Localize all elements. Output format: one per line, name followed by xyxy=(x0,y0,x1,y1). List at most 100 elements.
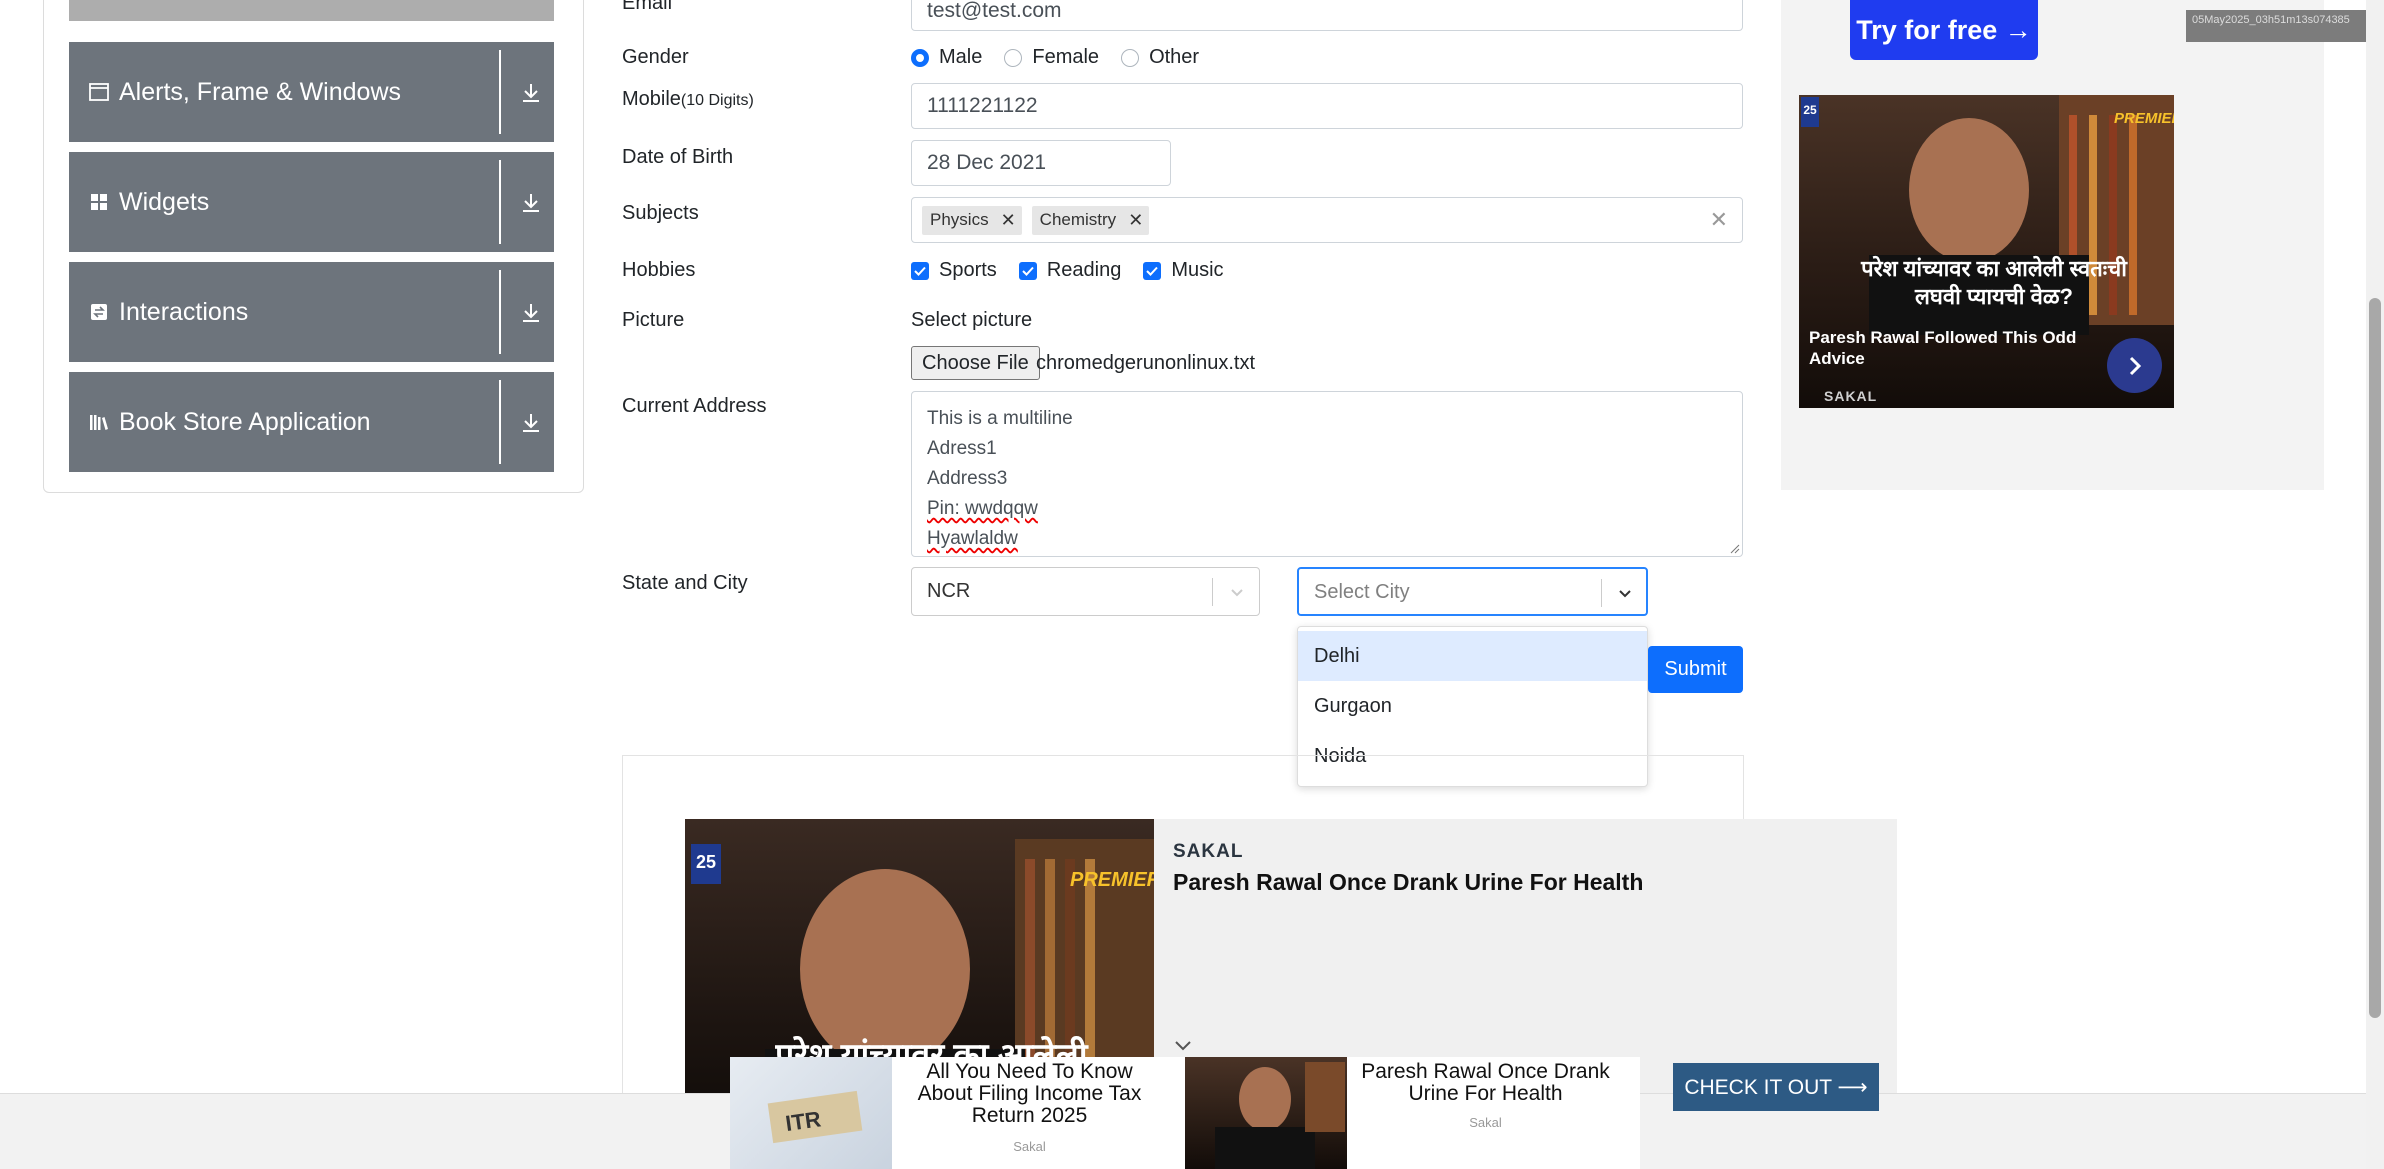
clear-subjects-icon[interactable]: ✕ xyxy=(1710,207,1728,233)
try-free-button[interactable]: Try for free → xyxy=(1850,0,2038,60)
select-separator xyxy=(1601,579,1602,607)
divider xyxy=(499,160,501,244)
gender-female-radio[interactable] xyxy=(1004,48,1023,67)
bottom-ad-strip: ITR All You Need To Know About Filing In… xyxy=(730,1057,1640,1169)
ad-thumbnail[interactable] xyxy=(1185,1057,1347,1169)
subjects-label: Subjects xyxy=(622,202,699,224)
address-line: Hyawlaldw xyxy=(927,528,1018,549)
sidebar-group-previous[interactable] xyxy=(69,0,554,21)
resize-handle-icon[interactable] xyxy=(1730,544,1740,554)
interactions-icon xyxy=(89,302,109,322)
ad-title[interactable]: Paresh Rawal Once Drank Urine For Health xyxy=(1173,869,1643,896)
download-icon[interactable] xyxy=(519,190,543,214)
subject-chip: Chemistry ✕ xyxy=(1031,205,1150,235)
sidebar-group-interactions[interactable]: Interactions xyxy=(69,262,554,362)
subject-chip-label: Physics xyxy=(930,210,989,229)
dob-field[interactable]: 28 Dec 2021 xyxy=(911,140,1171,186)
widgets-icon xyxy=(89,192,109,212)
premier-badge: PREMIER xyxy=(2114,110,2174,127)
chevron-right-icon[interactable] xyxy=(2107,338,2162,393)
subject-chip: Physics ✕ xyxy=(922,205,1022,235)
select-picture-hint: Select picture xyxy=(911,309,1033,331)
sidebar-group-bookstore[interactable]: Book Store Application xyxy=(69,372,554,472)
ad-title[interactable]: Paresh Rawal Once Drank Urine For Health xyxy=(1358,1061,1613,1105)
scrollbar-thumb[interactable] xyxy=(2369,298,2381,1018)
email-label: Email xyxy=(622,0,673,14)
state-value: NCR xyxy=(927,580,971,602)
ad-title[interactable]: All You Need To Know About Filing Income… xyxy=(902,1061,1157,1127)
right-ad-source: SAKAL xyxy=(1824,388,1878,404)
mobile-field[interactable]: 1111221122 xyxy=(911,83,1743,129)
sidebar-group-label: Alerts, Frame & Windows xyxy=(119,78,402,106)
ad-thumbnail[interactable]: ITR xyxy=(730,1057,892,1169)
ad-source: Sakal xyxy=(1013,1139,1046,1154)
address-label: Current Address xyxy=(622,395,767,417)
state-city-label: State and City xyxy=(622,572,748,594)
sidebar-group-widgets[interactable]: Widgets xyxy=(69,152,554,252)
city-option[interactable]: Delhi xyxy=(1298,631,1647,681)
chevron-down-icon[interactable] xyxy=(1173,1039,1193,1053)
mobile-hint: (10 Digits) xyxy=(680,92,754,109)
download-icon[interactable] xyxy=(519,410,543,434)
sidebar-group-label: Widgets xyxy=(119,188,210,216)
city-select[interactable]: Select City xyxy=(1297,567,1648,616)
badge-number: 25 xyxy=(691,844,721,884)
address-line: This is a multiline xyxy=(927,408,1073,429)
hobby-label[interactable]: Sports xyxy=(939,259,997,282)
hobbies-checkbox-group: Sports Reading Music xyxy=(911,259,1224,282)
sidebar-group-alerts[interactable]: Alerts, Frame & Windows xyxy=(69,42,554,142)
picture-label: Picture xyxy=(622,309,685,331)
hobby-label[interactable]: Music xyxy=(1171,259,1223,282)
chevron-down-icon[interactable] xyxy=(1615,583,1635,603)
submit-button[interactable]: Submit xyxy=(1648,646,1743,693)
hobby-sports-checkbox[interactable] xyxy=(911,261,929,280)
premier-badge: PREMIER xyxy=(1070,869,1154,891)
chevron-down-icon[interactable] xyxy=(1227,582,1247,602)
gender-option-label[interactable]: Male xyxy=(939,46,982,69)
address-line: Adress1 xyxy=(927,438,997,459)
right-ad-image[interactable]: परेश यांच्यावर का आलेली स्वतःची लघवी प्य… xyxy=(1799,95,2174,408)
subjects-input[interactable]: Physics ✕ Chemistry ✕ ✕ xyxy=(911,197,1743,243)
ad-source: Sakal xyxy=(1469,1115,1502,1130)
timestamp-overlay: 05May2025_03h51m13s074385 xyxy=(2186,10,2384,42)
right-ad-headline: Paresh Rawal Followed This Odd Advice xyxy=(1809,328,2077,368)
email-field[interactable]: test@test.com xyxy=(911,0,1743,31)
state-select[interactable]: NCR xyxy=(911,567,1260,616)
window-icon xyxy=(89,82,109,102)
address-line: Pin: wwdqqw xyxy=(927,498,1038,519)
divider xyxy=(499,50,501,134)
library-icon xyxy=(89,412,109,432)
subject-chip-label: Chemistry xyxy=(1039,210,1117,229)
gender-option-label[interactable]: Other xyxy=(1149,46,1199,69)
choose-file-button[interactable]: Choose File xyxy=(911,346,1040,380)
svg-text:ITR: ITR xyxy=(784,1106,823,1136)
address-line: Address3 xyxy=(927,468,1008,489)
right-ad-caption: परेश यांच्यावर का आलेली स्वतःची लघवी प्य… xyxy=(1861,256,2127,309)
remove-chip-icon[interactable]: ✕ xyxy=(1128,210,1143,231)
select-separator xyxy=(1212,578,1213,606)
download-icon[interactable] xyxy=(519,80,543,104)
gender-other-radio[interactable] xyxy=(1121,48,1140,67)
hobbies-label: Hobbies xyxy=(622,259,696,281)
current-address-textarea[interactable]: This is a multiline Adress1 Address3 Pin… xyxy=(911,391,1743,557)
selected-file-name: chromedgerunonlinux.txt xyxy=(1036,352,1256,374)
check-it-out-button[interactable]: CHECK IT OUT ⟶ xyxy=(1673,1063,1879,1111)
sidebar-group-label: Interactions xyxy=(119,298,249,326)
ad-source: SAKAL xyxy=(1173,841,1244,862)
divider xyxy=(499,380,501,464)
dob-label: Date of Birth xyxy=(622,146,734,168)
divider xyxy=(499,270,501,354)
download-icon[interactable] xyxy=(519,300,543,324)
city-option[interactable]: Gurgaon xyxy=(1298,681,1647,731)
gender-male-radio[interactable] xyxy=(911,48,929,67)
remove-chip-icon[interactable]: ✕ xyxy=(1001,210,1016,231)
hobby-reading-checkbox[interactable] xyxy=(1018,261,1037,280)
mobile-label: Mobile(10 Digits) xyxy=(622,88,754,111)
gender-radio-group: Male Female Other xyxy=(911,46,1199,69)
badge-number: 25 xyxy=(1801,97,1819,127)
hobby-label[interactable]: Reading xyxy=(1047,259,1122,282)
hobby-music-checkbox[interactable] xyxy=(1143,261,1162,280)
city-placeholder: Select City xyxy=(1314,581,1410,603)
sidebar-group-label: Book Store Application xyxy=(119,408,371,436)
gender-option-label[interactable]: Female xyxy=(1032,46,1099,69)
